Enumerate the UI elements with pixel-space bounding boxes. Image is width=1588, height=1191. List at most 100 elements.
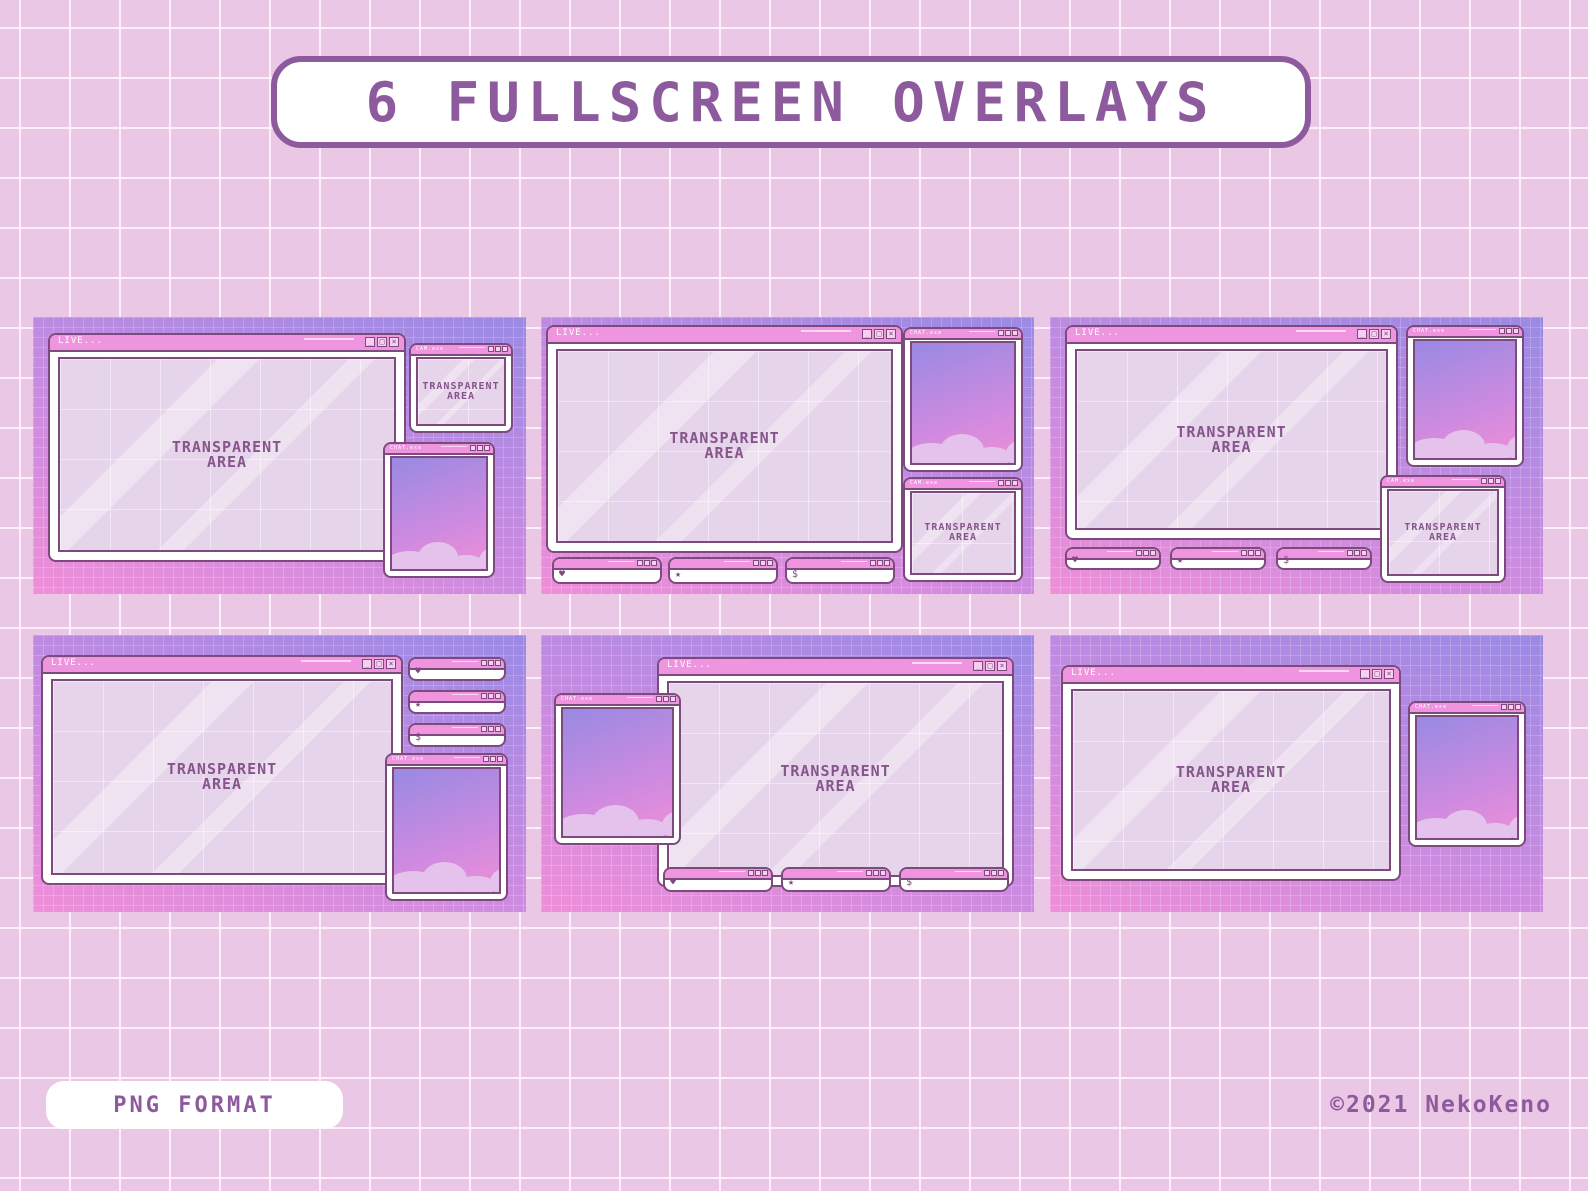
live-window[interactable]: LIVE... _ □ × TRANSPARENT AREA [41,655,403,885]
live-window[interactable]: LIVE... _ □ × TRANSPARENT AREA [1061,665,1401,881]
minimize-icon[interactable] [753,560,759,566]
close-icon[interactable]: × [389,337,399,347]
minimize-icon[interactable] [1136,550,1142,556]
alert-window-follow[interactable]: ♥ [408,657,506,681]
alert-window-donation[interactable]: $ [408,723,506,747]
close-icon[interactable] [497,756,503,762]
minimize-icon[interactable] [481,693,487,699]
close-icon[interactable] [762,870,768,876]
chat-window[interactable]: CHAT.exe [903,327,1023,472]
maximize-icon[interactable] [644,560,650,566]
close-icon[interactable] [1495,478,1501,484]
window-titlebar[interactable]: CHAT.exe [905,329,1021,340]
cam-window[interactable]: CAM.exe TRANSPARENT AREA [903,477,1023,582]
minimize-icon[interactable]: _ [362,659,372,669]
chat-window[interactable]: CHAT.exe [1408,701,1526,847]
minimize-icon[interactable] [481,660,487,666]
close-icon[interactable] [1515,704,1521,710]
alert-window-follow[interactable]: ♥ [1065,547,1161,570]
window-titlebar[interactable]: CAM.exe [411,345,511,356]
minimize-icon[interactable] [998,480,1004,486]
alert-window-donation[interactable]: $ [785,557,895,584]
maximize-icon[interactable] [991,870,997,876]
window-titlebar[interactable] [1172,549,1264,560]
window-titlebar[interactable]: LIVE... _ □ × [43,657,401,674]
minimize-icon[interactable] [656,696,662,702]
window-titlebar[interactable] [783,869,889,880]
maximize-icon[interactable] [1005,330,1011,336]
minimize-icon[interactable] [870,560,876,566]
maximize-icon[interactable] [1005,480,1011,486]
window-titlebar[interactable] [670,559,776,570]
window-titlebar[interactable] [410,659,504,670]
minimize-icon[interactable] [483,756,489,762]
close-icon[interactable] [767,560,773,566]
maximize-icon[interactable]: □ [1372,669,1382,679]
live-window[interactable]: LIVE... _ □ × TRANSPARENT AREA [546,325,903,553]
minimize-icon[interactable]: _ [1360,669,1370,679]
close-icon[interactable]: × [1381,329,1391,339]
minimize-icon[interactable] [998,330,1004,336]
maximize-icon[interactable] [663,696,669,702]
window-titlebar[interactable]: CHAT.exe [385,444,493,455]
window-titlebar[interactable] [410,725,504,736]
minimize-icon[interactable] [748,870,754,876]
maximize-icon[interactable] [495,346,501,352]
close-icon[interactable] [884,560,890,566]
close-icon[interactable]: × [997,661,1007,671]
alert-window-follow[interactable]: ♥ [663,867,773,892]
window-titlebar[interactable]: CHAT.exe [1408,327,1522,338]
minimize-icon[interactable] [488,346,494,352]
close-icon[interactable] [1150,550,1156,556]
window-titlebar[interactable]: CAM.exe [1382,477,1504,488]
window-titlebar[interactable] [665,869,771,880]
maximize-icon[interactable]: □ [377,337,387,347]
close-icon[interactable] [651,560,657,566]
close-icon[interactable]: × [386,659,396,669]
maximize-icon[interactable] [873,870,879,876]
close-icon[interactable] [484,445,490,451]
live-window[interactable]: LIVE... _ □ × TRANSPARENT AREA [657,657,1014,887]
maximize-icon[interactable] [477,445,483,451]
maximize-icon[interactable] [488,693,494,699]
minimize-icon[interactable] [1347,550,1353,556]
maximize-icon[interactable]: □ [874,329,884,339]
maximize-icon[interactable] [877,560,883,566]
close-icon[interactable] [495,693,501,699]
maximize-icon[interactable] [1143,550,1149,556]
maximize-icon[interactable] [755,870,761,876]
maximize-icon[interactable]: □ [1369,329,1379,339]
alert-window-sub[interactable]: ★ [781,867,891,892]
maximize-icon[interactable] [1354,550,1360,556]
live-window[interactable]: LIVE... _ □ × TRANSPARENT AREA [48,333,406,562]
chat-window[interactable]: CHAT.exe [554,693,681,845]
close-icon[interactable] [1513,328,1519,334]
alert-window-donation[interactable]: $ [899,867,1009,892]
close-icon[interactable] [502,346,508,352]
window-titlebar[interactable]: CHAT.exe [556,695,679,706]
alert-window-donation[interactable]: $ [1276,547,1372,570]
minimize-icon[interactable] [637,560,643,566]
window-titlebar[interactable] [410,692,504,703]
close-icon[interactable] [998,870,1004,876]
minimize-icon[interactable] [1241,550,1247,556]
cam-window[interactable]: CAM.exe TRANSPARENT AREA [1380,475,1506,583]
chat-window[interactable]: CHAT.exe [385,753,508,901]
live-window[interactable]: LIVE... _ □ × TRANSPARENT AREA [1065,325,1398,540]
window-titlebar[interactable]: LIVE... _ □ × [659,659,1012,676]
maximize-icon[interactable] [488,660,494,666]
close-icon[interactable] [1012,480,1018,486]
window-titlebar[interactable]: CHAT.exe [387,755,506,766]
close-icon[interactable] [495,660,501,666]
maximize-icon[interactable] [490,756,496,762]
alert-window-sub[interactable]: ★ [1170,547,1266,570]
chat-window[interactable]: CHAT.exe [1406,325,1524,467]
cam-window[interactable]: CAM.exe TRANSPARENT AREA [409,343,513,433]
window-titlebar[interactable]: CAM.exe [905,479,1021,490]
close-icon[interactable] [1361,550,1367,556]
alert-window-sub[interactable]: ★ [668,557,778,584]
maximize-icon[interactable]: □ [985,661,995,671]
maximize-icon[interactable] [1248,550,1254,556]
maximize-icon[interactable]: □ [374,659,384,669]
minimize-icon[interactable]: _ [862,329,872,339]
